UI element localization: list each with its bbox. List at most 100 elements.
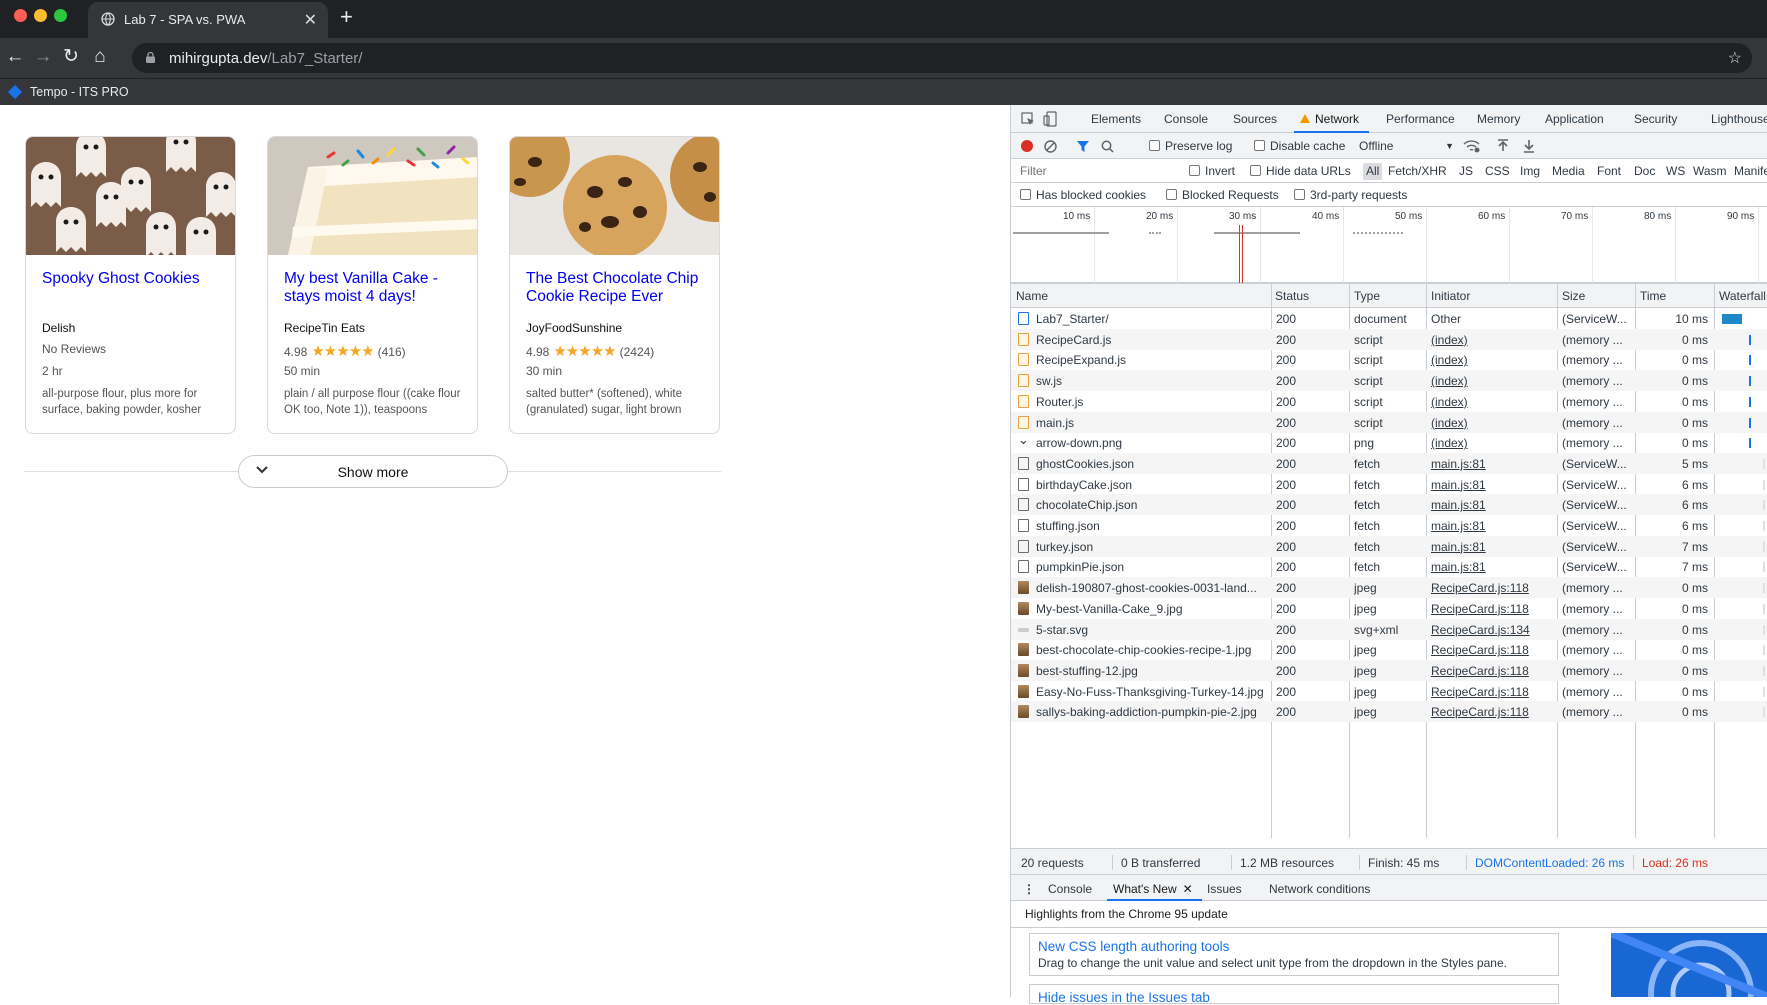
request-initiator[interactable]: (index): [1431, 436, 1553, 450]
table-row[interactable]: 5-star.svg 200 svg+xml RecipeCard.js:134 (me…: [1011, 618, 1767, 640]
request-initiator[interactable]: RecipeCard.js:118: [1431, 602, 1553, 616]
import-har-icon[interactable]: [1497, 139, 1509, 153]
minimize-window-button[interactable]: [34, 9, 47, 22]
export-har-icon[interactable]: [1523, 139, 1535, 153]
blocked-cookies-checkbox[interactable]: Has blocked cookies: [1020, 188, 1146, 202]
drawer-menu-icon[interactable]: ⋮: [1023, 882, 1035, 896]
recipe-card[interactable]: Spooky Ghost Cookies Delish No Reviews 2…: [25, 136, 236, 434]
tab-security[interactable]: Security: [1634, 112, 1677, 126]
request-initiator[interactable]: RecipeCard.js:118: [1431, 581, 1553, 595]
table-row[interactable]: RecipeCard.js 200 script (index) (memory ...…: [1011, 328, 1767, 350]
tab-performance[interactable]: Performance: [1386, 112, 1455, 126]
bookmark-tempo[interactable]: Tempo - ITS PRO: [7, 84, 129, 100]
table-row[interactable]: turkey.json 200 fetch main.js:81 (ServiceW..…: [1011, 535, 1767, 557]
close-icon[interactable]: ✕: [1183, 882, 1193, 896]
request-initiator[interactable]: (index): [1431, 416, 1553, 430]
recipe-card[interactable]: The Best Chocolate Chip Cookie Recipe Ev…: [509, 136, 720, 434]
filter-type-fetch-xhr[interactable]: Fetch/XHR: [1388, 164, 1447, 178]
filter-type-wasm[interactable]: Wasm: [1693, 164, 1727, 178]
filter-type-js[interactable]: JS: [1459, 164, 1473, 178]
tab-lighthouse[interactable]: Lighthouse: [1711, 112, 1767, 126]
drawer-tab-whats-new[interactable]: What's New ✕: [1113, 882, 1193, 896]
close-window-button[interactable]: [14, 9, 27, 22]
invert-checkbox[interactable]: Invert: [1189, 164, 1235, 178]
whats-new-item[interactable]: New CSS length authoring tools Drag to c…: [1029, 933, 1559, 976]
reload-icon[interactable]: ↻: [60, 46, 82, 68]
table-row[interactable]: delish-190807-ghost-cookies-0031-land...…: [1011, 577, 1767, 599]
browser-tab[interactable]: Lab 7 - SPA vs. PWA ✕: [88, 2, 328, 38]
recipe-card[interactable]: My best Vanilla Cake - stays moist 4 day…: [267, 136, 478, 434]
drawer-tab-issues[interactable]: Issues: [1207, 882, 1242, 896]
disable-cache-checkbox[interactable]: Disable cache: [1254, 139, 1345, 153]
request-initiator[interactable]: main.js:81: [1431, 519, 1553, 533]
device-toolbar-icon[interactable]: [1043, 111, 1057, 127]
table-row[interactable]: Easy-No-Fuss-Thanksgiving-Turkey-14.jpg 2…: [1011, 681, 1767, 702]
request-initiator[interactable]: (index): [1431, 353, 1553, 367]
filter-type-ws[interactable]: WS: [1666, 164, 1685, 178]
new-tab-button[interactable]: +: [340, 4, 353, 30]
table-row[interactable]: best-stuffing-12.jpg 200 jpeg RecipeCard.js…: [1011, 659, 1767, 681]
search-icon[interactable]: [1101, 140, 1114, 153]
request-initiator[interactable]: RecipeCard.js:118: [1431, 664, 1553, 678]
table-row[interactable]: best-chocolate-chip-cookies-recipe-1.jpg…: [1011, 639, 1767, 660]
tab-console[interactable]: Console: [1164, 112, 1208, 126]
request-initiator[interactable]: Other: [1431, 312, 1553, 326]
column-status[interactable]: Status: [1275, 289, 1309, 303]
drawer-tab-console[interactable]: Console: [1048, 882, 1092, 896]
throttling-select[interactable]: Offline ▼: [1359, 139, 1454, 153]
whats-new-item-title[interactable]: New CSS length authoring tools: [1038, 939, 1550, 954]
tab-network[interactable]: Network: [1293, 112, 1370, 133]
table-row[interactable]: birthdayCake.json 200 fetch main.js:81 (Serv…: [1011, 474, 1767, 495]
home-icon[interactable]: ⌂: [89, 46, 111, 68]
drawer-tab-network-conditions[interactable]: Network conditions: [1269, 882, 1370, 896]
table-row[interactable]: stuffing.json 200 fetch main.js:81 (ServiceW…: [1011, 515, 1767, 536]
table-row[interactable]: ghostCookies.json 200 fetch main.js:81 (Serv…: [1011, 452, 1767, 474]
network-conditions-icon[interactable]: [1463, 139, 1480, 153]
clear-icon[interactable]: [1044, 140, 1057, 153]
request-initiator[interactable]: RecipeCard.js:134: [1431, 623, 1553, 637]
recipe-title-link[interactable]: The Best Chocolate Chip Cookie Recipe Ev…: [526, 270, 711, 306]
request-initiator[interactable]: main.js:81: [1431, 457, 1553, 471]
table-row[interactable]: Router.js 200 script (index) (memory ... 0 ms: [1011, 391, 1767, 412]
back-arrow-icon[interactable]: ←: [4, 46, 26, 68]
tab-memory[interactable]: Memory: [1477, 112, 1520, 126]
preserve-log-checkbox[interactable]: Preserve log: [1149, 139, 1232, 153]
maximize-window-button[interactable]: [54, 9, 67, 22]
table-row[interactable]: Lab7_Starter/200 document Other (ServiceW..…: [1011, 308, 1767, 329]
request-initiator[interactable]: main.js:81: [1431, 560, 1553, 574]
record-button[interactable]: [1021, 140, 1033, 152]
blocked-requests-checkbox[interactable]: Blocked Requests: [1166, 188, 1279, 202]
filter-type-manifest[interactable]: Manifest: [1734, 164, 1767, 178]
table-row[interactable]: My-best-Vanilla-Cake_9.jpg 200 jpeg RecipeC…: [1011, 598, 1767, 619]
filter-icon[interactable]: [1076, 140, 1090, 153]
table-row[interactable]: chocolateChip.json 200 fetch main.js:81 (Ser…: [1011, 494, 1767, 516]
hide-data-urls-checkbox[interactable]: Hide data URLs: [1250, 164, 1351, 178]
filter-type-all[interactable]: All: [1363, 163, 1383, 180]
column-waterfall[interactable]: Waterfall: [1719, 289, 1766, 303]
tab-elements[interactable]: Elements: [1091, 112, 1141, 126]
request-initiator[interactable]: (index): [1431, 374, 1553, 388]
table-row[interactable]: sallys-baking-addiction-pumpkin-pie-2.jp…: [1011, 701, 1767, 723]
filter-type-img[interactable]: Img: [1520, 164, 1540, 178]
column-time[interactable]: Time: [1640, 289, 1666, 303]
request-initiator[interactable]: (index): [1431, 395, 1553, 409]
recipe-title-link[interactable]: Spooky Ghost Cookies: [42, 270, 227, 288]
request-initiator[interactable]: (index): [1431, 333, 1553, 347]
table-row[interactable]: pumpkinPie.json 200 fetch main.js:81 (Servic…: [1011, 556, 1767, 577]
request-initiator[interactable]: main.js:81: [1431, 498, 1553, 512]
filter-input[interactable]: [1016, 162, 1184, 180]
close-tab-icon[interactable]: ✕: [304, 10, 317, 30]
request-initiator[interactable]: main.js:81: [1431, 478, 1553, 492]
table-row[interactable]: main.js 200 script (index) (memory ... 0 ms: [1011, 411, 1767, 433]
table-row[interactable]: ⌄ arrow-down.png 200 png (index) (memory ... 0…: [1011, 432, 1767, 453]
request-initiator[interactable]: RecipeCard.js:118: [1431, 705, 1553, 719]
column-name[interactable]: Name: [1016, 289, 1048, 303]
filter-type-media[interactable]: Media: [1552, 164, 1585, 178]
filter-type-doc[interactable]: Doc: [1634, 164, 1655, 178]
third-party-checkbox[interactable]: 3rd-party requests: [1294, 188, 1407, 202]
column-size[interactable]: Size: [1562, 289, 1585, 303]
tab-sources[interactable]: Sources: [1233, 112, 1277, 126]
recipe-title-link[interactable]: My best Vanilla Cake - stays moist 4 day…: [284, 270, 469, 306]
whats-new-item[interactable]: Hide issues in the Issues tab: [1029, 984, 1559, 1005]
column-type[interactable]: Type: [1354, 289, 1380, 303]
